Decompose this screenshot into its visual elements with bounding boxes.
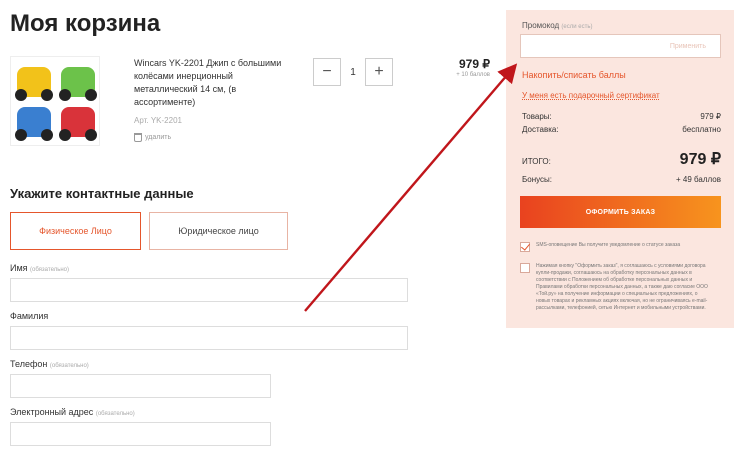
phone-label: Телефон (обязательно) [10,359,89,369]
order-summary-panel: Промокод (если есть) Применить Накопить/… [506,10,734,328]
promo-apply-button[interactable]: Применить [670,43,706,50]
product-sku: Арт. YK-2201 [134,116,182,125]
total-row: ИТОГО: 979 ₽ [522,149,721,169]
person-type-juridical-button[interactable]: Юридическое лицо [149,212,288,250]
agreement-row: Нажимая кнопку "Оформить заказ", я согла… [520,263,708,312]
total-value: 979 ₽ [679,151,721,168]
sms-checkbox[interactable] [520,242,530,252]
delivery-label: Доставка: [522,125,559,134]
goods-label: Товары: [522,112,552,121]
quantity-plus-button[interactable]: + [365,58,393,86]
contact-section-title: Укажите контактные данные [10,186,194,201]
delivery-value: бесплатно [682,125,721,134]
phone-hint: (обязательно) [49,363,89,369]
toy-car-green [59,67,97,101]
goods-row: Товары: 979 ₽ [522,112,721,121]
page-title: Моя корзина [10,10,161,37]
bonuses-row: Бонусы: + 49 баллов [522,175,721,184]
trash-icon [134,133,142,142]
phone-label-text: Телефон [10,359,48,369]
delete-label: удалить [145,134,172,141]
bonuses-label: Бонусы: [522,175,552,184]
sms-consent-row: SMS-оповещение Вы получите уведомление о… [520,242,708,252]
promo-hint: (если есть) [561,24,593,30]
sms-consent-text: SMS-оповещение Вы получите уведомление о… [536,242,681,248]
total-label: ИТОГО: [522,157,551,166]
email-label: Электронный адрес (обязательно) [10,407,135,417]
email-hint: (обязательно) [95,411,135,417]
first-name-label-text: Имя [10,263,28,273]
first-name-label: Имя (обязательно) [10,263,69,273]
last-name-label-text: Фамилия [10,311,49,321]
toy-car-yellow [15,67,53,101]
last-name-input[interactable] [10,326,408,350]
agreement-checkbox[interactable] [520,263,530,273]
email-input[interactable] [10,422,271,446]
product-image[interactable] [10,56,100,146]
product-name[interactable]: Wincars YK-2201 Джип с большими колёсами… [134,57,294,109]
product-bonus: + 10 баллов [456,72,490,78]
delivery-row: Доставка: бесплатно [522,125,721,134]
goods-value: 979 ₽ [700,112,721,121]
last-name-label: Фамилия [10,311,48,321]
bonus-link[interactable]: Накопить/списать баллы [522,70,626,80]
first-name-hint: (обязательно) [30,267,69,273]
agreement-text: Нажимая кнопку "Оформить заказ", я согла… [536,263,708,311]
toy-car-blue [15,107,53,141]
quantity-value[interactable]: 1 [341,67,365,78]
checkout-button[interactable]: ОФОРМИТЬ ЗАКАЗ [520,196,721,228]
promo-label-text: Промокод [522,21,560,30]
quantity-minus-button[interactable]: − [313,58,341,86]
promo-input[interactable]: Применить [520,34,721,58]
gift-certificate-link[interactable]: У меня есть подарочный сертификат [522,91,660,100]
promo-label: Промокод (если есть) [522,21,592,30]
bonuses-value: + 49 баллов [676,175,721,184]
toy-car-red [59,107,97,141]
person-type-physical-button[interactable]: Физическое Лицо [10,212,141,250]
email-label-text: Электронный адрес [10,407,94,417]
product-price: 979 ₽ [459,57,490,71]
first-name-input[interactable] [10,278,408,302]
phone-input[interactable] [10,374,271,398]
delete-button[interactable]: удалить [134,133,171,142]
quantity-stepper: − 1 + [313,58,393,86]
